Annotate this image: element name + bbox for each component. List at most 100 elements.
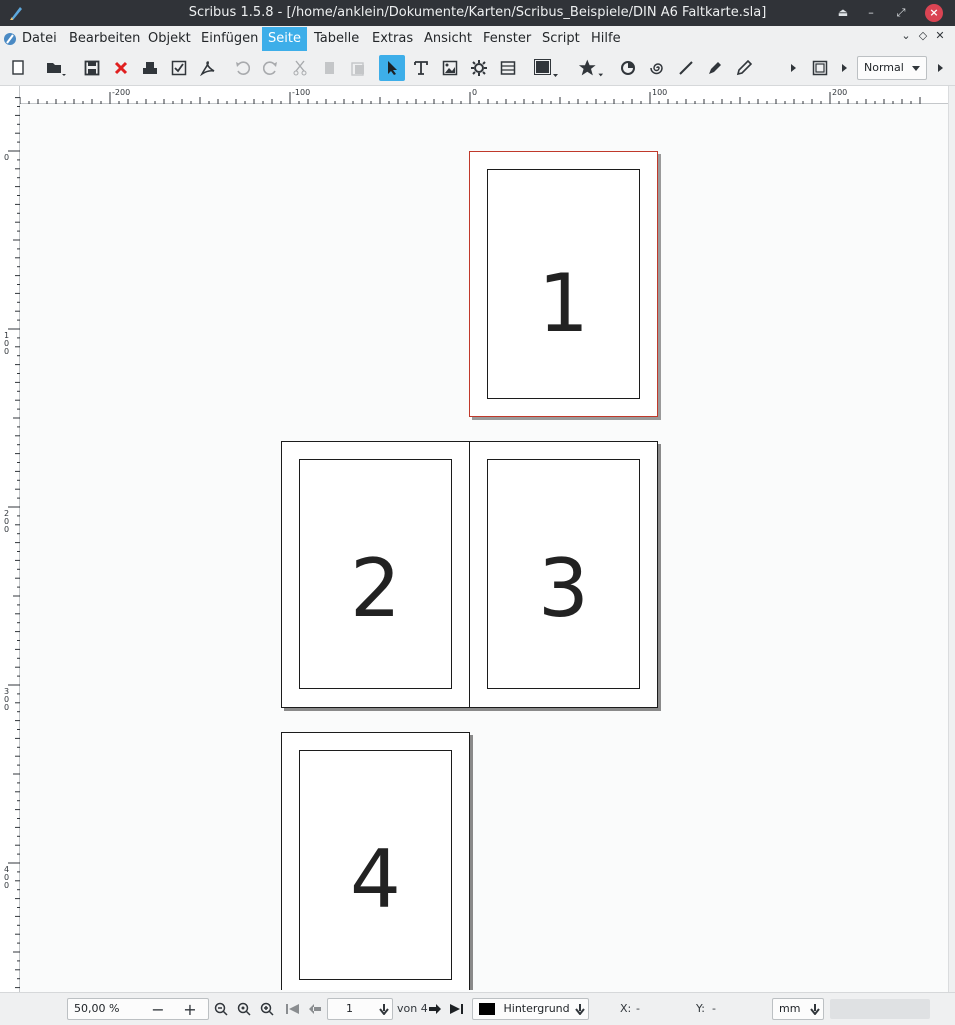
bezier-tool-icon[interactable]	[702, 55, 728, 81]
ruler-label: -200	[112, 88, 130, 97]
save-icon[interactable]	[79, 55, 105, 81]
page-1[interactable]: 1	[469, 151, 658, 417]
cut-icon[interactable]	[287, 55, 313, 81]
menu-datei[interactable]: Datei	[16, 27, 63, 51]
table-tool-icon[interactable]	[495, 55, 521, 81]
freehand-tool-icon[interactable]	[731, 55, 757, 81]
window-title: Scribus 1.5.8 - [/home/anklein/Dokumente…	[188, 5, 767, 20]
print-icon[interactable]	[137, 55, 163, 81]
previous-page-icon[interactable]	[305, 999, 325, 1019]
main-toolbar	[0, 52, 955, 86]
ruler-label: 100	[652, 88, 667, 97]
y-coordinate-value: -	[712, 1002, 716, 1015]
page-4-number: 4	[350, 833, 401, 926]
zoom-plus-icon[interactable]: +	[180, 999, 200, 1019]
ruler-label: 0	[4, 703, 9, 712]
last-page-icon[interactable]	[446, 999, 466, 1019]
layer-select[interactable]: Hintergrund	[472, 998, 589, 1020]
dropdown-arrow-icon	[575, 1004, 585, 1015]
mdi-close-icon[interactable]: ✕	[933, 28, 947, 48]
y-coordinate-label: Y:	[696, 1002, 705, 1015]
vertical-scrollbar[interactable]	[948, 86, 955, 992]
mdi-restore-icon[interactable]: ◇	[916, 28, 930, 48]
zoom-out-icon[interactable]	[211, 999, 231, 1019]
progress-bar	[830, 999, 930, 1019]
new-document-icon[interactable]	[5, 55, 31, 81]
toolbar-overflow-icon[interactable]	[780, 55, 806, 81]
render-frame-tool-icon[interactable]	[466, 55, 492, 81]
menu-einfuegen[interactable]: Einfügen	[195, 27, 264, 51]
page-number-value: 1	[346, 1002, 353, 1015]
menu-tabelle[interactable]: Tabelle	[308, 27, 365, 51]
menu-hilfe[interactable]: Hilfe	[585, 27, 627, 51]
menu-bearbeiten[interactable]: Bearbeiten	[63, 27, 146, 51]
scribus-menu-icon	[4, 33, 16, 45]
polygon-tool-icon[interactable]	[578, 55, 604, 81]
page-3-number: 3	[538, 542, 589, 635]
ruler-label: 0	[472, 88, 477, 97]
horizontal-ruler[interactable]: -200 -100 0 100 200	[19, 86, 948, 104]
chevron-down-icon	[912, 66, 920, 71]
redo-icon[interactable]	[258, 55, 284, 81]
unit-value: mm	[779, 1002, 801, 1015]
open-document-icon[interactable]	[43, 55, 69, 81]
next-page-icon[interactable]	[425, 999, 445, 1019]
page-number-input[interactable]: 1	[327, 998, 393, 1020]
preflight-check-icon[interactable]	[166, 55, 192, 81]
paste-icon[interactable]	[345, 55, 371, 81]
select-tool-icon[interactable]	[379, 55, 405, 81]
page-2-number: 2	[350, 542, 401, 635]
ruler-label: 0	[4, 153, 9, 162]
view-mode-select[interactable]: Normal	[857, 56, 927, 80]
page-count-label: von 4	[397, 1002, 428, 1015]
x-coordinate-value: -	[636, 1002, 640, 1015]
close-window-icon[interactable]: ×	[925, 4, 943, 22]
export-pdf-icon[interactable]	[195, 55, 221, 81]
menu-script[interactable]: Script	[536, 27, 586, 51]
page-4[interactable]: 4	[281, 732, 470, 990]
menu-ansicht[interactable]: Ansicht	[418, 27, 478, 51]
unit-select[interactable]: mm	[772, 998, 824, 1020]
horizontal-ruler-ticks: -200 -100 0 100 200	[19, 88, 921, 104]
spiral-tool-icon[interactable]	[644, 55, 670, 81]
shape-tool-icon[interactable]	[533, 55, 559, 81]
line-tool-icon[interactable]	[673, 55, 699, 81]
page-3[interactable]: 3	[469, 441, 658, 708]
preview-mode-icon[interactable]	[807, 55, 833, 81]
keep-above-icon[interactable]: ⏏	[834, 4, 852, 22]
toolbar-overflow-2-icon[interactable]	[831, 55, 857, 81]
text-frame-tool-icon[interactable]	[408, 55, 434, 81]
mdi-minimize-icon[interactable]: ⌄	[899, 28, 913, 48]
image-frame-tool-icon[interactable]	[437, 55, 463, 81]
zoom-minus-icon[interactable]: −	[148, 999, 168, 1019]
ruler-label: 0	[4, 881, 9, 890]
vertical-ruler[interactable]: 0100200300400	[0, 86, 20, 992]
copy-icon[interactable]	[316, 55, 342, 81]
minimize-icon[interactable]: –	[862, 4, 880, 22]
zoom-in-icon[interactable]	[257, 999, 277, 1019]
document-canvas[interactable]: 1 2 3 4	[21, 105, 948, 990]
spin-down-icon[interactable]	[379, 1003, 389, 1015]
first-page-icon[interactable]	[283, 999, 303, 1019]
menu-objekt[interactable]: Objekt	[142, 27, 197, 51]
status-bar: 50,00 % − + 1 von 4 Hintergrund X: - Y: …	[0, 992, 955, 1025]
menu-fenster[interactable]: Fenster	[477, 27, 537, 51]
title-bar: Scribus 1.5.8 - [/home/anklein/Dokumente…	[0, 0, 955, 26]
page-1-number: 1	[538, 257, 589, 350]
arc-tool-icon[interactable]	[615, 55, 641, 81]
menu-extras[interactable]: Extras	[366, 27, 419, 51]
view-mode-value: Normal	[864, 61, 904, 74]
menu-seite[interactable]: Seite	[262, 27, 307, 51]
restore-icon[interactable]: ⤢	[892, 4, 910, 22]
ruler-label: 200	[832, 88, 847, 97]
ruler-label: 0	[4, 525, 9, 534]
layer-name: Hintergrund	[503, 1002, 570, 1015]
dropdown-arrow-icon	[810, 1004, 820, 1015]
undo-icon[interactable]	[229, 55, 255, 81]
ruler-label: 0	[4, 347, 9, 356]
zoom-actual-icon[interactable]	[234, 999, 254, 1019]
toolbar-overflow-3-icon[interactable]	[927, 55, 953, 81]
ruler-label: -100	[292, 88, 310, 97]
page-2[interactable]: 2	[281, 441, 470, 708]
close-document-icon[interactable]	[108, 55, 134, 81]
